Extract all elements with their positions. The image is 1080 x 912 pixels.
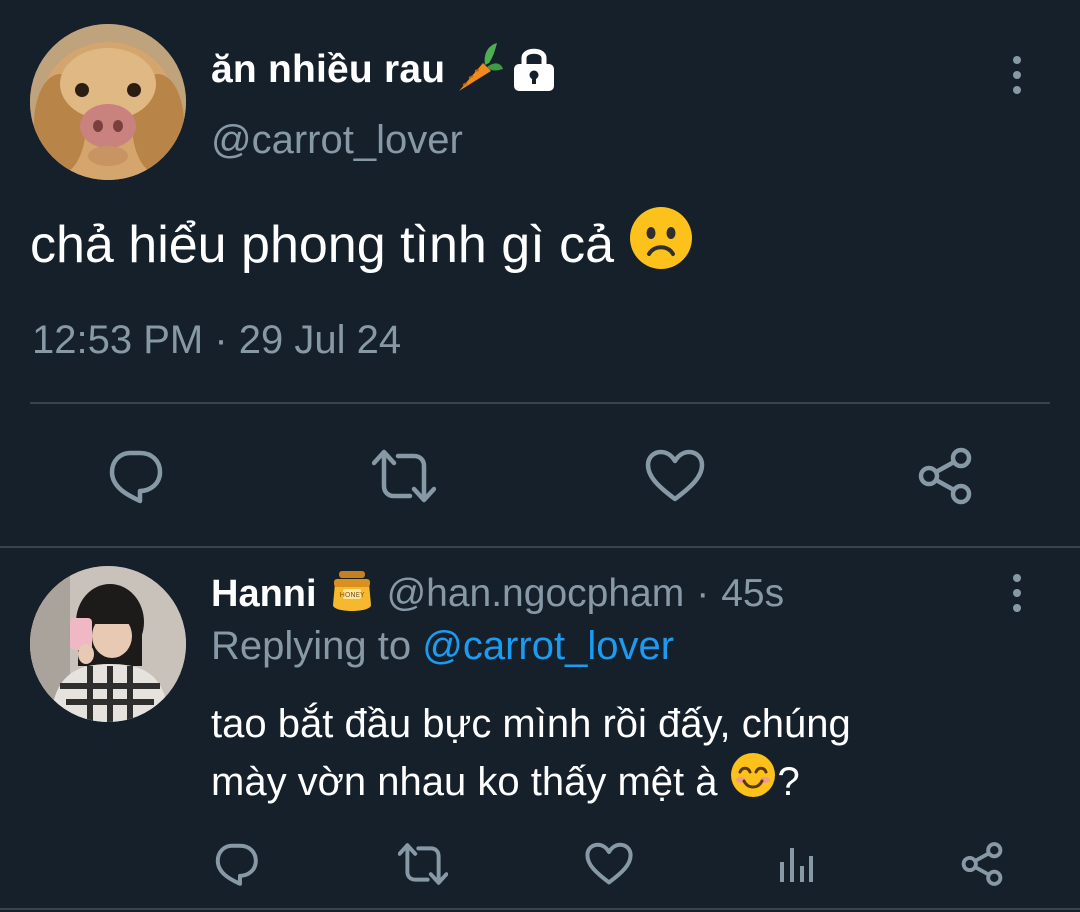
tweet-timestamp[interactable]: 12:53 PM · 29 Jul 24	[32, 318, 401, 363]
tweet-text: chả hiểu phong tình gì cả	[30, 205, 694, 284]
author-handle[interactable]: @carrot_lover	[211, 118, 463, 163]
analytics-icon	[780, 848, 813, 882]
reply-button[interactable]	[99, 440, 171, 512]
reply-more-options-button[interactable]	[994, 570, 1040, 616]
reply-text-part: mày vờn nhau ko thấy mệt à	[211, 759, 718, 804]
like-button[interactable]	[639, 440, 711, 512]
lock-icon	[511, 43, 557, 98]
reply-time[interactable]: 45s	[721, 572, 784, 616]
reply-icon	[215, 843, 258, 886]
honey-pot-icon: HONEY	[329, 569, 375, 620]
reply-reply-button[interactable]	[208, 836, 264, 892]
reply-share-button[interactable]	[954, 836, 1010, 892]
like-icon	[585, 842, 633, 885]
reply-display-name[interactable]: Hanni	[211, 573, 317, 616]
reply-like-button[interactable]	[581, 836, 637, 892]
separator: ·	[696, 572, 710, 615]
smiling-face-icon	[729, 751, 777, 813]
reply-retweet-button[interactable]	[395, 836, 451, 892]
divider	[0, 908, 1080, 910]
reply-action-bar	[0, 836, 1080, 892]
share-button[interactable]	[909, 440, 981, 512]
svg-text:HONEY: HONEY	[339, 591, 364, 599]
retweet-icon	[372, 449, 436, 503]
frowning-face-icon	[628, 205, 694, 284]
avatar[interactable]	[30, 24, 186, 180]
share-icon	[918, 447, 972, 505]
reply-header: Hanni HONEY @han.ngocpham · 45s	[211, 568, 784, 620]
like-icon	[645, 449, 705, 502]
more-vertical-icon	[1013, 56, 1021, 64]
reply-text: tao bắt đầu bực mình rồi đấy, chúng mày …	[211, 698, 1031, 813]
share-icon	[961, 842, 1003, 886]
more-vertical-icon	[1013, 574, 1021, 582]
girl-avatar-image	[30, 566, 186, 722]
reply-icon	[109, 450, 163, 504]
replying-to: Replying to @carrot_lover	[211, 624, 674, 669]
divider	[30, 402, 1050, 404]
tweet-detail-screen: ăn nhiều rau @carrot_lover chả hiểu phon…	[0, 0, 1080, 912]
retweet-icon	[398, 843, 448, 885]
retweet-button[interactable]	[368, 440, 440, 512]
reply-text-line: mày vờn nhau ko thấy mệt à ?	[211, 751, 1031, 813]
replying-prefix: Replying to	[211, 624, 412, 668]
tweet-text-content: chả hiểu phong tình gì cả	[30, 215, 615, 274]
display-name[interactable]: ăn nhiều rau	[211, 48, 445, 92]
carrot-icon	[453, 41, 504, 100]
divider	[0, 546, 1080, 548]
reply-text-end: ?	[777, 759, 800, 804]
more-options-button[interactable]	[994, 52, 1040, 98]
tweet-action-bar	[0, 440, 1080, 512]
dog-avatar-image	[30, 24, 186, 180]
reply-avatar[interactable]	[30, 566, 186, 722]
author-name-row[interactable]: ăn nhiều rau	[211, 40, 557, 100]
reply-analytics-button[interactable]	[768, 836, 824, 892]
reply-text-line: tao bắt đầu bực mình rồi đấy, chúng	[211, 702, 851, 746]
replying-mention-link[interactable]: @carrot_lover	[422, 624, 674, 668]
reply-handle[interactable]: @han.ngocpham	[387, 572, 685, 616]
